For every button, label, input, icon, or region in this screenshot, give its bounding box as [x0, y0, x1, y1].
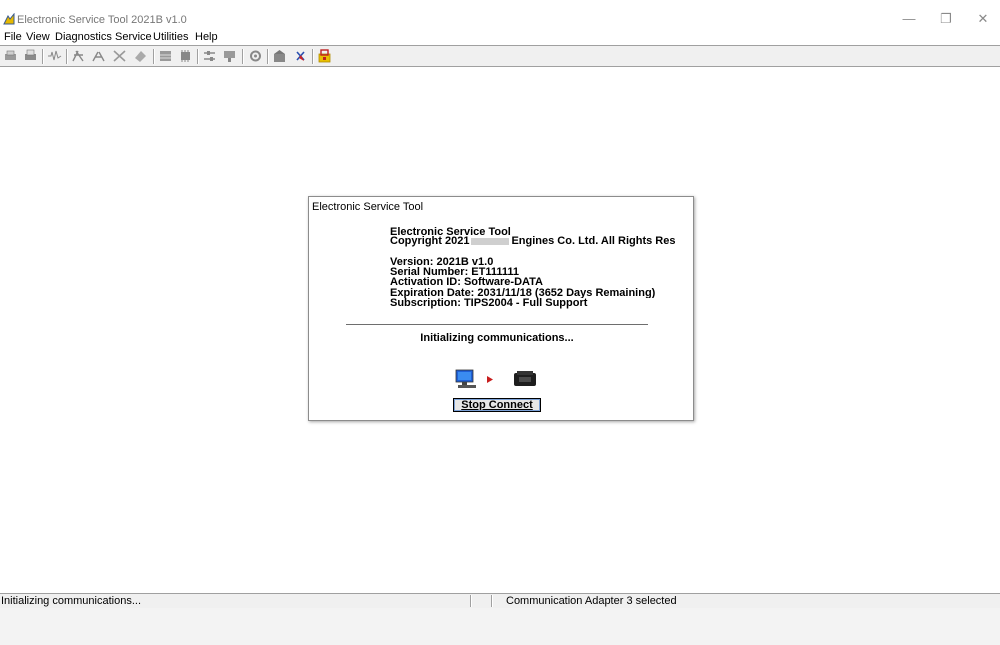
- menu-bar: File View Diagnostics Service Utilities …: [0, 30, 1000, 45]
- copyright-suffix: Engines Co. Ltd. All Rights Reser: [511, 235, 675, 247]
- adapter-status: Communication Adapter 3 selected: [506, 595, 677, 607]
- toolbar: [0, 45, 1000, 67]
- module-icon[interactable]: [178, 49, 193, 63]
- dialog-title: Electronic Service Tool: [312, 201, 424, 213]
- flash-icon[interactable]: [133, 49, 148, 63]
- restore-button[interactable]: ❐: [931, 8, 961, 30]
- product-info: Electronic Service Tool Copyright 2021 En…: [390, 223, 675, 298]
- toolbar-separator: [197, 49, 199, 64]
- gear-icon[interactable]: [248, 49, 263, 63]
- window-title: Electronic Service Tool 2021B v1.0: [17, 14, 187, 26]
- waveform-icon[interactable]: [47, 49, 62, 63]
- status-message: Initializing communications...: [1, 595, 142, 607]
- book-icon[interactable]: [158, 49, 173, 63]
- menu-view[interactable]: View: [26, 30, 50, 44]
- menu-utilities[interactable]: Utilities: [153, 30, 188, 44]
- menu-help[interactable]: Help: [195, 30, 218, 44]
- connect-icon[interactable]: [71, 49, 86, 63]
- compass-icon[interactable]: [293, 49, 308, 63]
- toolbar-separator: [153, 49, 155, 64]
- menu-diagnostics[interactable]: Diagnostics: [55, 30, 112, 44]
- ecm-module-icon: [514, 371, 536, 386]
- disconnect-icon[interactable]: [91, 49, 106, 63]
- toolbar-separator: [66, 49, 68, 64]
- taskbar-area: [0, 608, 1000, 645]
- subscription-line: Subscription: TIPS2004 - Full Support: [390, 297, 588, 309]
- title-bar: Electronic Service Tool 2021B v1.0 — ❐ ✕: [0, 0, 1000, 30]
- menu-file[interactable]: File: [4, 30, 22, 44]
- status-bar: Initializing communications... Communica…: [0, 593, 1000, 608]
- minimize-button[interactable]: —: [894, 8, 924, 30]
- settings-icon[interactable]: [202, 49, 217, 63]
- config-icon[interactable]: [222, 49, 237, 63]
- status-separator: [491, 595, 493, 607]
- close-button[interactable]: ✕: [968, 8, 998, 30]
- toolbar-separator: [267, 49, 269, 64]
- stop-connect-button[interactable]: Stop Connect: [453, 398, 541, 412]
- toolbar-separator: [42, 49, 44, 64]
- app-logo-icon: [3, 13, 15, 25]
- divider: [346, 324, 648, 326]
- connect-dialog: Electronic Service Tool Electronic Servi…: [308, 196, 694, 421]
- lock-icon[interactable]: [317, 49, 332, 63]
- connection-status: Initializing communications...: [420, 332, 574, 344]
- print-preview-icon[interactable]: [23, 49, 38, 63]
- copyright-line: Copyright 2021 Engines Co. Ltd. All Right…: [390, 235, 675, 247]
- menu-service[interactable]: Service: [115, 30, 152, 44]
- toolbar-separator: [242, 49, 244, 64]
- tool-icon[interactable]: [112, 49, 127, 63]
- print-icon[interactable]: [3, 49, 18, 63]
- toolbar-separator: [312, 49, 314, 64]
- copyright-prefix: Copyright 2021: [390, 235, 470, 247]
- data-arrow-icon: [487, 376, 493, 383]
- building-icon[interactable]: [272, 49, 287, 63]
- status-separator: [470, 595, 472, 607]
- redacted-text: [471, 237, 510, 245]
- computer-icon: [455, 369, 476, 388]
